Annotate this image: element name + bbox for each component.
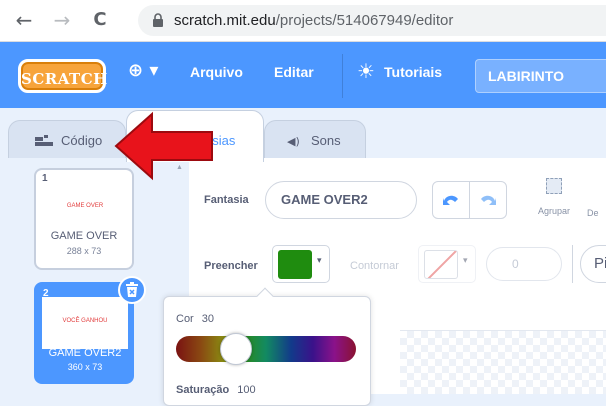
speaker-icon: ◀) — [287, 135, 300, 148]
color-label: Cor 30 — [176, 313, 214, 325]
back-icon[interactable]: ← — [12, 8, 36, 32]
costume-thumbnail: GAME OVER — [66, 203, 104, 209]
costume-size: 288 x 73 — [66, 246, 102, 256]
group-label: Agrupar — [537, 206, 571, 216]
scratch-logo[interactable]: SCRATCH — [18, 59, 107, 93]
code-icon — [35, 135, 55, 151]
drawing-canvas[interactable] — [400, 330, 606, 394]
group-icon — [546, 178, 562, 194]
chevron-down-icon: ▾ — [463, 256, 468, 266]
trash-icon — [126, 282, 138, 297]
delete-costume-button[interactable] — [118, 276, 146, 304]
color-hue-slider[interactable] — [176, 336, 356, 362]
chevron-down-icon: ▾ — [317, 256, 322, 266]
url-path: /projects/514067949/editor — [275, 12, 454, 29]
toolbar-divider — [572, 245, 573, 283]
color-value: 30 — [201, 313, 214, 325]
outline-color-picker[interactable]: ▾ — [418, 245, 476, 283]
costume-size: 360 x 73 — [67, 362, 103, 372]
outline-color-swatch — [424, 250, 458, 279]
costume-list: 1 GAME OVER GAME OVER 288 x 73 2 VOCÊ GA… — [0, 158, 176, 394]
costume-name-label: Fantasia — [204, 194, 249, 206]
language-menu-icon[interactable]: ⊕ ▾ — [128, 60, 158, 81]
outline-label: Contornar — [350, 260, 399, 272]
hue-slider-handle[interactable] — [220, 333, 252, 365]
fill-color-picker[interactable]: ▾ — [272, 245, 330, 283]
address-bar[interactable]: scratch.mit.edu/projects/514067949/edito… — [138, 5, 606, 36]
no-color-icon — [425, 251, 457, 278]
tutorials-icon: ☀ — [357, 59, 375, 83]
menu-edit[interactable]: Editar — [274, 64, 314, 80]
redo-icon — [481, 195, 496, 205]
costume-card-1[interactable]: 1 GAME OVER GAME OVER 288 x 73 — [34, 168, 134, 270]
costume-thumbnail: VOCÊ GANHOU — [42, 297, 128, 349]
costume-number: 1 — [42, 173, 48, 184]
group-button[interactable]: Agrupar — [530, 178, 578, 216]
menu-divider — [342, 54, 343, 98]
costume-card-2[interactable]: 2 VOCÊ GANHOU GAME OVER2 360 x 73 — [34, 282, 134, 384]
menu-bar: SCRATCH ⊕ ▾ Arquivo Editar ☀ Tutoriais L… — [0, 42, 606, 108]
red-arrow-icon — [114, 111, 213, 181]
forward-icon[interactable]: → — [50, 8, 74, 32]
costume-name: GAME OVER — [50, 230, 118, 242]
costume-name: GAME OVER2 — [48, 347, 122, 359]
saturation-label-text: Saturação — [176, 384, 230, 396]
url-host: scratch.mit.edu — [174, 12, 276, 29]
ungroup-label[interactable]: De — [587, 208, 599, 218]
undo-button[interactable] — [432, 181, 470, 219]
outline-width-input[interactable]: 0 — [486, 247, 562, 281]
saturation-value: 100 — [237, 384, 256, 396]
fill-color-swatch — [278, 250, 312, 279]
saturation-label: Saturação 100 — [176, 384, 256, 396]
browser-toolbar: ← → C scratch.mit.edu/projects/514067949… — [0, 0, 606, 42]
redo-button[interactable] — [469, 181, 507, 219]
tab-bar: Código asias ◀) Sons — [0, 108, 606, 162]
project-title-input[interactable]: LABIRINTO — [475, 59, 606, 93]
tab-code-label: Código — [61, 133, 103, 148]
undo-icon — [443, 195, 458, 205]
lock-icon — [153, 13, 163, 27]
reload-icon[interactable]: C — [88, 8, 112, 32]
costume-name-input[interactable]: GAME OVER2 — [265, 181, 417, 219]
menu-tutorials[interactable]: Tutoriais — [384, 64, 442, 80]
url-text: scratch.mit.edu/projects/514067949/edito… — [174, 12, 453, 29]
tab-sounds-label: Sons — [311, 133, 341, 148]
color-label-text: Cor — [176, 313, 194, 325]
fill-label: Preencher — [204, 260, 258, 272]
menu-file[interactable]: Arquivo — [190, 64, 243, 80]
tab-code[interactable]: Código — [8, 120, 126, 162]
tab-sounds[interactable]: ◀) Sons — [264, 120, 366, 162]
